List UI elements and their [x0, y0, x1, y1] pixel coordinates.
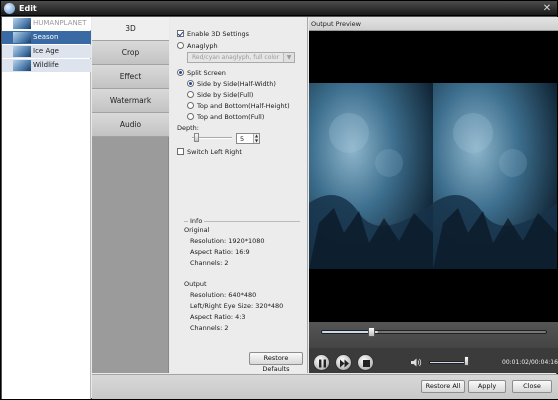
file-list-header[interactable]: HUMANPLANET	[2, 17, 91, 30]
split-option-radio-3[interactable]	[187, 113, 194, 120]
depth-stepper[interactable]: 5 ▲ ▼	[236, 133, 260, 144]
tab-effect[interactable]: Effect	[92, 65, 169, 89]
fast-forward-icon	[340, 359, 349, 368]
pause-button[interactable]	[313, 354, 330, 371]
pause-icon	[319, 359, 326, 368]
chevron-down-icon[interactable]: ▼	[283, 53, 294, 62]
file-item-label: Season	[33, 33, 59, 41]
restore-defaults-button[interactable]: Restore Defaults	[249, 352, 303, 373]
original-aspect: Aspect Ratio: 16:9	[190, 248, 250, 256]
video-thumbnail	[13, 60, 31, 71]
fast-forward-button[interactable]	[335, 354, 352, 371]
apply-button[interactable]: Apply	[468, 380, 506, 393]
window-title: Edit	[19, 4, 37, 13]
playback-time: 00:01:02/00:04:16	[502, 359, 558, 366]
enable-3d-label: Enable 3D Settings	[187, 30, 250, 38]
anaglyph-select[interactable]: Red/cyan anaglyph, full color ▼	[187, 52, 295, 63]
stop-icon	[363, 360, 370, 367]
video-thumbnail	[13, 46, 31, 57]
file-item-wildlife[interactable]: Wildlife	[2, 59, 91, 72]
video-thumbnail	[13, 32, 31, 43]
depth-value: 5	[240, 135, 245, 143]
switch-left-right-label: Switch Left Right	[187, 148, 242, 156]
output-channels: Channels: 2	[190, 324, 229, 332]
file-list-header-label: HUMANPLANET	[33, 19, 87, 27]
preview-title: Output Preview	[311, 20, 361, 28]
seek-area	[309, 322, 558, 348]
tab-watermark[interactable]: Watermark	[92, 89, 169, 113]
split-option-radio-2[interactable]	[187, 102, 194, 109]
restore-all-button[interactable]: Restore All	[421, 380, 465, 393]
output-resolution: Resolution: 640*480	[190, 291, 257, 299]
split-screen-label: Split Screen	[187, 69, 226, 77]
anaglyph-select-value: Red/cyan anaglyph, full color	[192, 54, 280, 61]
close-button[interactable]: Close	[512, 380, 552, 393]
tab-3d[interactable]: 3D	[92, 17, 169, 41]
output-aspect: Aspect Ratio: 4:3	[190, 313, 246, 321]
depth-slider-handle[interactable]	[194, 133, 199, 142]
output-eye-size: Left/Right Eye Size: 320*480	[190, 302, 284, 310]
split-option-label: Side by Side(Full)	[197, 91, 254, 99]
switch-left-right-checkbox[interactable]	[177, 148, 184, 155]
preview-title-bar: Output Preview	[309, 17, 558, 31]
split-screen-radio[interactable]	[177, 69, 184, 76]
file-item-season[interactable]: Season	[2, 31, 91, 44]
split-option-label: Top and Bottom(Half-Height)	[197, 102, 290, 110]
depth-label: Depth:	[177, 124, 199, 132]
anaglyph-radio[interactable]	[177, 42, 184, 49]
volume-slider[interactable]	[429, 361, 469, 364]
preview-video	[309, 83, 558, 269]
window-titlebar: Edit ✕	[0, 0, 558, 16]
split-option-radio-1[interactable]	[187, 91, 194, 98]
file-item-label: Wildlife	[33, 61, 59, 69]
split-option-label: Top and Bottom(Full)	[197, 113, 265, 121]
seek-bar[interactable]	[321, 330, 547, 334]
stop-button[interactable]	[357, 354, 374, 371]
player-controls: 00:01:02/00:04:16	[309, 322, 558, 373]
edit-window: HUMANPLANET Season Ice Age Wildlife 3D C…	[1, 16, 558, 399]
seek-handle[interactable]	[368, 327, 375, 337]
split-option-label: Side by Side(Half-Width)	[197, 80, 276, 88]
file-item-label: Ice Age	[33, 47, 59, 55]
original-resolution: Resolution: 1920*1080	[190, 237, 265, 245]
original-label: Original	[184, 226, 210, 234]
volume-level	[430, 362, 465, 363]
close-window-icon[interactable]: ✕	[541, 3, 553, 14]
left-eye-view	[309, 83, 433, 269]
file-list: HUMANPLANET Season Ice Age Wildlife	[2, 17, 91, 399]
enable-3d-checkbox[interactable]	[177, 30, 184, 37]
output-label: Output	[184, 280, 207, 288]
tab-crop[interactable]: Crop	[92, 41, 169, 65]
settings-3d-panel: Enable 3D Settings Anaglyph Red/cyan ana…	[170, 17, 308, 373]
volume-icon[interactable]	[411, 358, 422, 367]
edit-tabs: 3D Crop Effect Watermark Audio	[92, 17, 169, 373]
split-option-radio-0[interactable]	[187, 80, 194, 87]
dialog-button-bar: Restore All Apply Close	[92, 374, 558, 399]
file-item-ice-age[interactable]: Ice Age	[2, 45, 91, 58]
anaglyph-label: Anaglyph	[187, 42, 218, 50]
original-channels: Channels: 2	[190, 259, 229, 267]
info-title: Info	[188, 217, 205, 225]
app-logo-icon	[4, 3, 15, 14]
stepper-arrows-icon[interactable]: ▲ ▼	[253, 133, 259, 143]
volume-handle[interactable]	[464, 356, 469, 366]
output-preview-panel: Output Preview 00:01:02/00:04:16	[309, 17, 558, 373]
video-thumbnail	[13, 18, 31, 29]
tab-audio[interactable]: Audio	[92, 113, 169, 137]
right-eye-view	[433, 83, 557, 269]
